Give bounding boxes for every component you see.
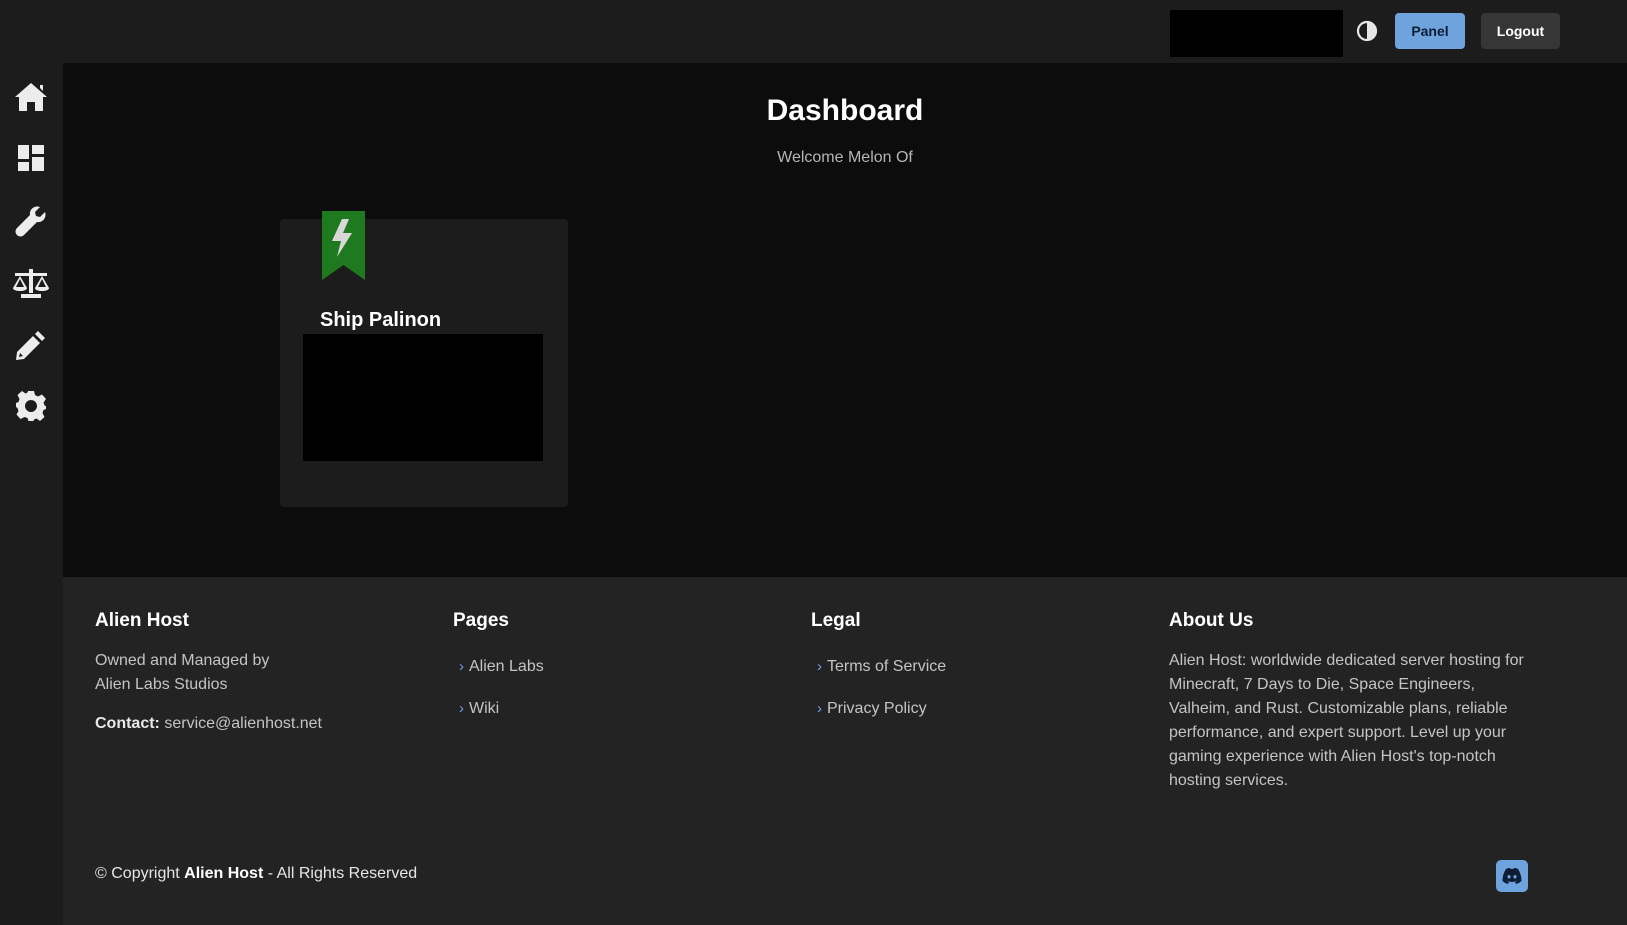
footer-pages-heading: Pages <box>453 610 509 631</box>
discord-icon[interactable] <box>1496 860 1528 892</box>
welcome-text: Welcome Melon Of <box>777 149 913 166</box>
dashboard-grid-icon[interactable] <box>12 139 50 177</box>
chevron-right-icon: › <box>459 700 464 717</box>
page-title: Dashboard <box>766 94 924 127</box>
footer-contact: Contact: service@alienhost.net <box>95 712 415 736</box>
copyright-text: © Copyright Alien Host - All Rights Rese… <box>95 865 418 882</box>
lightning-bookmark-icon <box>322 211 365 280</box>
footer-owner-line2: Alien Labs Studios <box>95 676 228 693</box>
server-name: Ship Palinon <box>320 309 442 331</box>
pencil-icon[interactable] <box>12 326 50 364</box>
chevron-right-icon: › <box>459 658 464 675</box>
home-icon[interactable] <box>12 78 50 116</box>
contact-email[interactable]: service@alienhost.net <box>164 715 322 732</box>
redacted-server-details <box>303 334 543 461</box>
chevron-right-icon: › <box>817 700 822 717</box>
footer-about-column: About Us Alien Host: worldwide dedicated… <box>1169 610 1534 793</box>
contact-label: Contact: <box>95 715 160 732</box>
footer-legal-column: Legal › Terms of Service › Privacy Policy <box>811 610 1111 750</box>
footer-owner-line1: Owned and Managed by <box>95 652 270 669</box>
footer-link-terms[interactable]: › Terms of Service <box>817 658 946 676</box>
footer-brand-column: Alien Host Owned and Managed by Alien La… <box>95 610 415 736</box>
footer-about-text: Alien Host: worldwide dedicated server h… <box>1169 652 1524 789</box>
chevron-right-icon: › <box>817 658 822 675</box>
scale-balance-icon[interactable] <box>12 264 50 302</box>
footer-link-alien-labs[interactable]: › Alien Labs <box>459 658 544 676</box>
gear-icon[interactable] <box>12 387 50 425</box>
footer-about-heading: About Us <box>1169 610 1254 631</box>
logout-button[interactable]: Logout <box>1481 13 1560 49</box>
footer-link-wiki[interactable]: › Wiki <box>459 700 499 718</box>
panel-button[interactable]: Panel <box>1395 13 1465 49</box>
footer-brand-heading: Alien Host <box>95 610 189 631</box>
footer-link-privacy[interactable]: › Privacy Policy <box>817 700 927 718</box>
footer-pages-column: Pages › Alien Labs › Wiki <box>453 610 753 750</box>
redacted-user-block <box>1170 10 1343 57</box>
top-bar: Panel Logout <box>0 0 1627 63</box>
footer-legal-heading: Legal <box>811 610 861 631</box>
sidebar <box>0 63 63 925</box>
server-card[interactable]: Ship Palinon <box>280 211 568 507</box>
theme-toggle-icon[interactable] <box>1356 20 1378 42</box>
main-content: Dashboard Welcome Melon Of Ship Palinon <box>63 63 1627 577</box>
footer: Alien Host Owned and Managed by Alien La… <box>63 577 1627 925</box>
wrench-icon[interactable] <box>12 202 50 240</box>
